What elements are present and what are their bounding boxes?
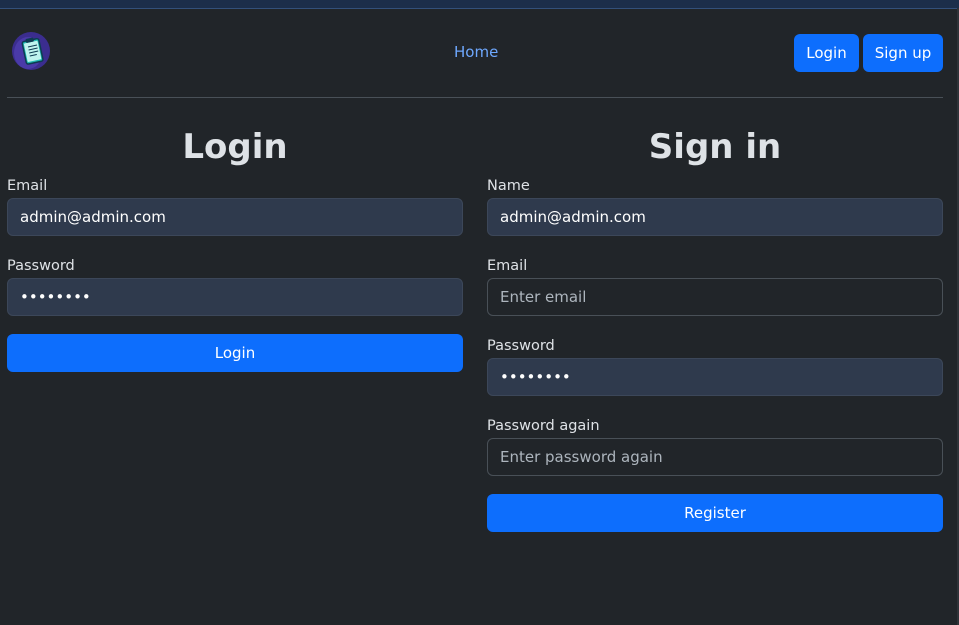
signup-password-label: Password <box>487 338 555 354</box>
signup-email-label: Email <box>487 258 528 274</box>
signup-form: Sign in Name Email Password Password aga… <box>487 125 943 532</box>
login-submit-button[interactable]: Login <box>7 334 463 372</box>
browser-top-strip <box>0 0 959 9</box>
navbar: Home Login Sign up <box>7 9 943 98</box>
signup-name-label: Name <box>487 178 530 194</box>
clipboard-icon[interactable] <box>11 31 51 71</box>
nav-home-link[interactable]: Home <box>454 43 498 61</box>
register-button[interactable]: Register <box>487 494 943 532</box>
login-password-label: Password <box>7 258 75 274</box>
signup-email-input[interactable] <box>487 278 943 316</box>
nav-login-button[interactable]: Login <box>794 34 859 72</box>
login-title: Login <box>182 127 288 167</box>
signup-title: Sign in <box>648 127 782 167</box>
nav-signup-button[interactable]: Sign up <box>863 34 943 72</box>
login-form: Login Email Password Login <box>7 125 463 372</box>
signup-password-again-label: Password again <box>487 418 600 434</box>
login-email-label: Email <box>7 178 48 194</box>
signup-password-input[interactable] <box>487 358 943 396</box>
login-password-input[interactable] <box>7 278 463 316</box>
signup-name-input[interactable] <box>487 198 943 236</box>
signup-password-again-input[interactable] <box>487 438 943 476</box>
login-email-input[interactable] <box>7 198 463 236</box>
